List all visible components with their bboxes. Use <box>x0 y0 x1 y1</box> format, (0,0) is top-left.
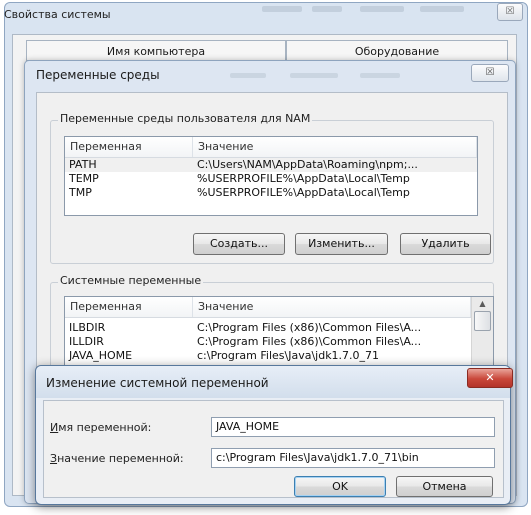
titlebar-blur <box>312 6 342 12</box>
edit-button[interactable]: Изменить... <box>295 233 388 255</box>
variable-value-label: Значение переменной: <box>50 452 184 465</box>
system-variables-scrollbar[interactable]: ▲ <box>471 297 493 371</box>
list-item[interactable]: TEMP %USERPROFILE%\AppData\Local\Temp <box>65 172 477 186</box>
titlebar-blur <box>360 73 400 78</box>
titlebar-blur <box>262 6 302 12</box>
variable-value: C:\Program Files (x86)\Common Files\A... <box>197 321 422 334</box>
variable-name: PATH <box>69 158 97 171</box>
variable-value: C:\Users\NAM\AppData\Roaming\npm;... <box>197 158 418 171</box>
close-icon: ☒ <box>505 6 515 17</box>
variable-name: TEMP <box>69 172 99 185</box>
close-icon: ✕ <box>485 371 495 384</box>
create-button[interactable]: Создать... <box>193 233 285 255</box>
edit-variable-title: Изменение системной переменной <box>46 376 269 390</box>
list-item[interactable]: PATH C:\Users\NAM\AppData\Roaming\npm;..… <box>65 158 477 172</box>
tab-computer-name[interactable]: Имя компьютера <box>26 40 286 61</box>
close-icon: ☒ <box>485 67 495 78</box>
variable-value: %USERPROFILE%\AppData\Local\Temp <box>197 172 410 185</box>
variable-name: ILLDIR <box>69 335 104 348</box>
list-item[interactable]: TMP %USERPROFILE%\AppData\Local\Temp <box>65 186 477 200</box>
variable-value: c:\Program Files\Java\jdk1.7.0_71 <box>197 349 380 362</box>
scroll-thumb[interactable] <box>474 311 491 331</box>
tab-hardware[interactable]: Оборудование <box>286 40 508 61</box>
column-header-variable[interactable]: Переменная <box>65 137 193 157</box>
titlebar-blur <box>290 73 338 78</box>
system-variables-list[interactable]: Переменная Значение ILBDIR C:\Program Fi… <box>64 296 494 372</box>
system-properties-close-button[interactable]: ☒ <box>497 3 523 21</box>
variable-name: TMP <box>69 186 92 199</box>
delete-button[interactable]: Удалить <box>400 233 491 255</box>
label-text: мя переменной: <box>58 421 152 434</box>
titlebar-blur <box>420 6 464 12</box>
variable-name-input[interactable]: JAVA_HOME <box>211 417 495 437</box>
variable-name: JAVA_HOME <box>69 349 133 362</box>
variable-name: ILBDIR <box>69 321 106 334</box>
list-item[interactable]: ILBDIR C:\Program Files (x86)\Common Fil… <box>65 321 471 335</box>
accelerator-key: З <box>50 452 58 465</box>
edit-variable-close-button[interactable]: ✕ <box>467 368 513 388</box>
user-variables-group-label: Переменные среды пользователя для NAM <box>58 112 313 125</box>
environment-variables-close-button[interactable]: ☒ <box>471 64 509 82</box>
cancel-button[interactable]: Отмена <box>396 476 493 497</box>
system-variables-group-label: Системные переменные <box>58 274 204 287</box>
titlebar-blur <box>230 73 266 78</box>
column-header-value[interactable]: Значение <box>193 297 471 317</box>
list-item[interactable]: JAVA_HOME c:\Program Files\Java\jdk1.7.0… <box>65 349 471 363</box>
variable-value-input[interactable]: c:\Program Files\Java\jdk1.7.0_71\bin <box>211 448 495 468</box>
column-header-variable[interactable]: Переменная <box>65 297 193 317</box>
variable-value: C:\Program Files (x86)\Common Files\A... <box>197 335 422 348</box>
titlebar-blur <box>360 6 404 12</box>
user-variables-list[interactable]: Переменная Значение PATH C:\Users\NAM\Ap… <box>64 136 478 216</box>
list-header: Переменная Значение <box>65 137 477 158</box>
variable-value: %USERPROFILE%\AppData\Local\Temp <box>197 186 410 199</box>
scroll-up-icon[interactable]: ▲ <box>472 297 493 311</box>
list-item[interactable]: ILLDIR C:\Program Files (x86)\Common Fil… <box>65 335 471 349</box>
variable-name-label: Имя переменной: <box>50 421 151 434</box>
list-header: Переменная Значение <box>65 297 471 318</box>
ok-button[interactable]: OK <box>294 476 386 497</box>
environment-variables-title: Переменные среды <box>36 68 160 82</box>
column-header-value[interactable]: Значение <box>193 137 477 157</box>
system-properties-title: Свойства системы <box>4 8 111 21</box>
accelerator-key: И <box>50 421 59 434</box>
label-text: начение переменной: <box>57 452 184 465</box>
